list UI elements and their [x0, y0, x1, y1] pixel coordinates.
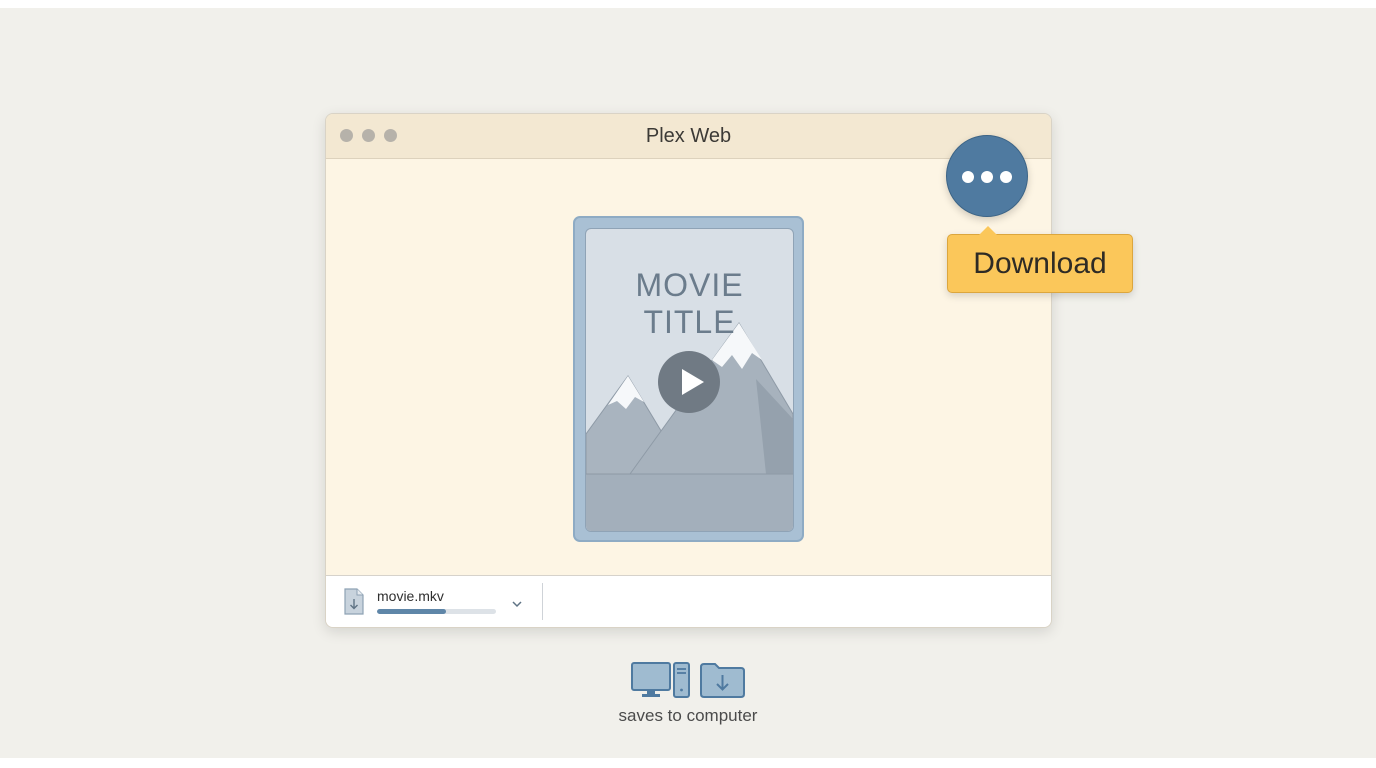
play-button[interactable]: [658, 351, 720, 413]
window-title: Plex Web: [645, 125, 732, 147]
desktop-computer-icon: [631, 662, 690, 698]
download-filename[interactable]: movie.mkv: [377, 588, 444, 604]
saves-to-computer-caption: saves to computer: [618, 706, 758, 725]
file-download-icon[interactable]: [343, 588, 365, 616]
more-options-button[interactable]: [946, 135, 1028, 217]
poster-title: MOVIE TITLE: [635, 267, 744, 340]
download-progress-bar: [377, 609, 496, 614]
download-shelf: movie.mkv: [326, 575, 1051, 627]
download-menu-item[interactable]: Download: [947, 226, 1133, 293]
poster-artwork: MOVIE TITLE: [585, 228, 794, 532]
download-label: Download: [973, 247, 1107, 280]
download-progress-fill: [377, 609, 447, 614]
movie-poster[interactable]: MOVIE TITLE: [573, 216, 804, 542]
popup-arrow: [979, 226, 997, 235]
play-icon: [682, 369, 704, 395]
page-content: MOVIE TITLE: [326, 159, 1051, 575]
chevron-down-icon[interactable]: [509, 596, 525, 612]
browser-window: Plex Web MOVIE TITLE movie.mkv: [325, 113, 1052, 628]
window-titlebar: Plex Web: [326, 114, 1051, 159]
folder-download-icon: [700, 663, 745, 698]
download-shelf-divider: [542, 583, 543, 620]
